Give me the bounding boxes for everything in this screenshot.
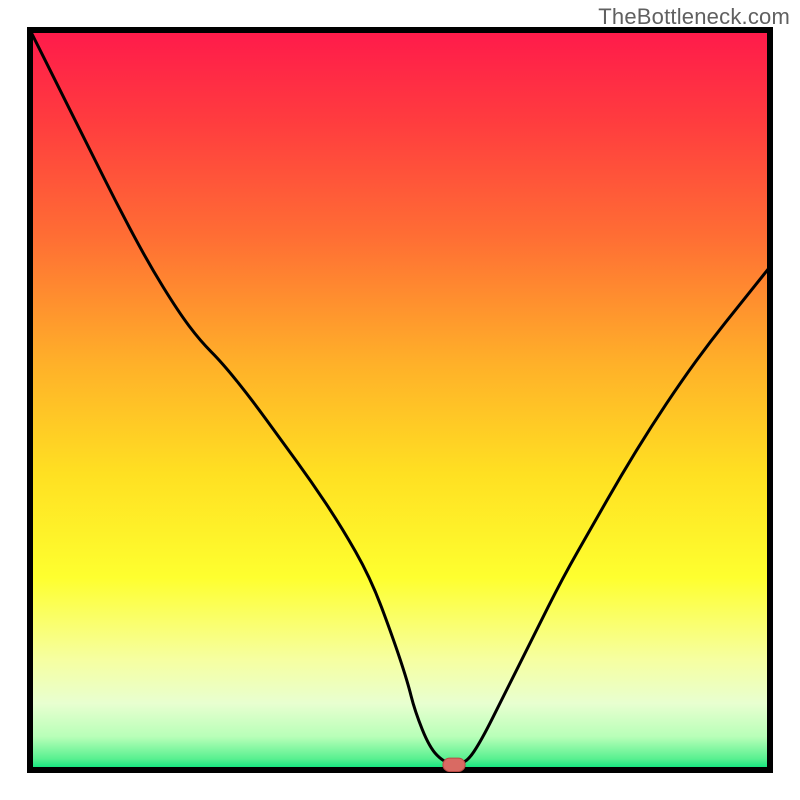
watermark-text: TheBottleneck.com [598,4,790,30]
optimum-marker [443,758,465,771]
bottleneck-plot [0,0,800,800]
chart-container: TheBottleneck.com [0,0,800,800]
